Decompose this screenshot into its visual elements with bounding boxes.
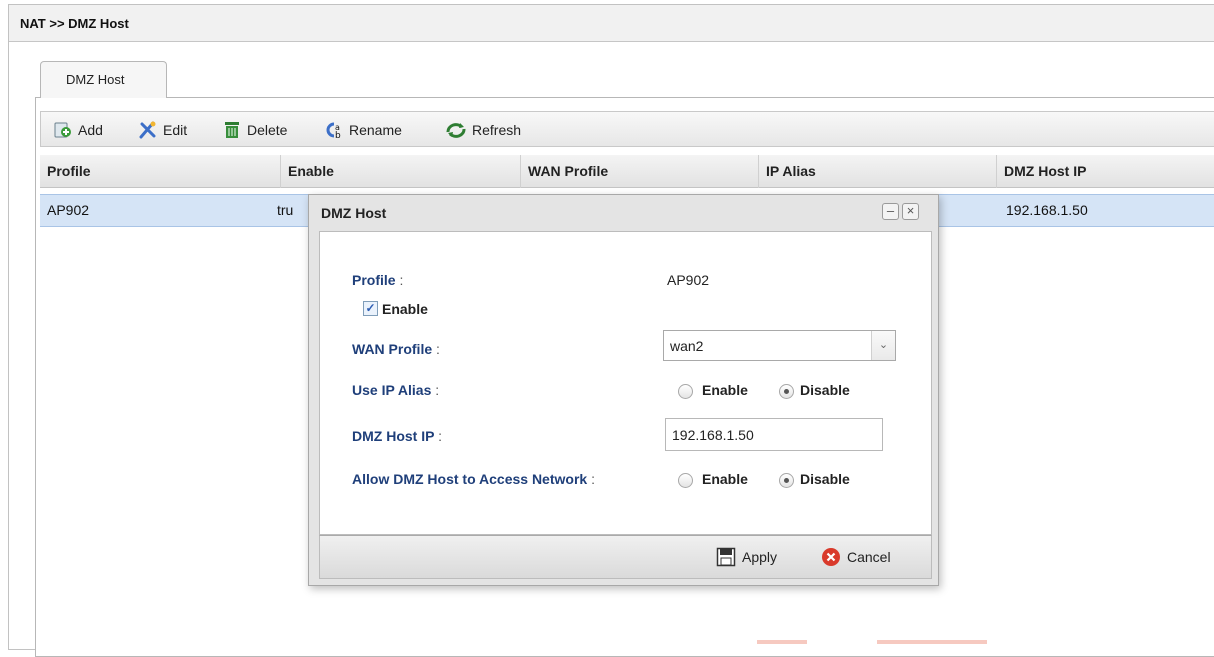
allow-access-label: Allow DMZ Host to Access Network :: [352, 471, 595, 487]
use-ip-alias-label: Use IP Alias :: [352, 382, 440, 398]
decorative-mark: [757, 640, 807, 644]
profile-label: Profile :: [352, 272, 404, 288]
apply-button[interactable]: Apply: [716, 547, 777, 567]
add-button[interactable]: Add: [53, 119, 103, 141]
use-ip-alias-enable-radio[interactable]: [678, 384, 693, 399]
edit-label: Edit: [163, 122, 188, 138]
breadcrumb: NAT >> DMZ Host: [20, 16, 129, 31]
chevron-down-icon[interactable]: ⌄: [871, 331, 895, 360]
cell-profile: AP902: [47, 202, 90, 218]
allow-access-disable-radio[interactable]: [779, 473, 794, 488]
cancel-button[interactable]: Cancel: [821, 547, 891, 567]
column-header-profile[interactable]: Profile: [40, 155, 280, 188]
use-ip-alias-disable-label: Disable: [800, 382, 850, 398]
column-header-enable[interactable]: Enable: [280, 155, 520, 188]
rename-label: Rename: [349, 122, 402, 138]
tab-label: DMZ Host: [66, 72, 125, 87]
dialog-footer: Apply Cancel: [319, 535, 932, 579]
edit-icon: [139, 121, 156, 139]
dialog-body: Profile : AP902 ✓ Enable WAN Profile : w…: [319, 231, 932, 535]
apply-label: Apply: [742, 549, 778, 565]
rename-button[interactable]: a b Rename: [324, 119, 402, 141]
refresh-button[interactable]: Refresh: [445, 119, 521, 141]
trash-icon: [225, 122, 239, 138]
cancel-label: Cancel: [847, 549, 891, 565]
allow-access-enable-label: Enable: [702, 471, 748, 487]
use-ip-alias-disable-radio[interactable]: [779, 384, 794, 399]
grid-header: Profile Enable WAN Profile IP Alias DMZ …: [40, 155, 1214, 188]
tab-dmz-host[interactable]: DMZ Host: [40, 61, 167, 98]
profile-value: AP902: [667, 272, 710, 288]
minimize-button[interactable]: –: [882, 203, 899, 220]
cancel-icon: [822, 548, 840, 566]
rename-icon: a b: [326, 122, 341, 140]
column-header-wan-profile[interactable]: WAN Profile: [520, 155, 758, 188]
refresh-label: Refresh: [472, 122, 522, 138]
dmz-host-ip-label: DMZ Host IP :: [352, 428, 442, 444]
save-icon: [716, 547, 736, 567]
column-header-dmz-host-ip[interactable]: DMZ Host IP: [996, 155, 1214, 188]
enable-checkbox-label: Enable: [382, 301, 428, 317]
close-button[interactable]: ×: [902, 203, 919, 220]
page-header: NAT >> DMZ Host: [9, 5, 1214, 42]
column-header-ip-alias[interactable]: IP Alias: [758, 155, 996, 188]
wan-profile-value: wan2: [670, 338, 704, 354]
toolbar: Add Edit Delete a b Rename Refresh: [40, 111, 1214, 147]
add-label: Add: [78, 122, 103, 138]
wan-profile-select[interactable]: wan2 ⌄: [663, 330, 896, 361]
cell-enable: tru: [277, 202, 294, 218]
enable-checkbox[interactable]: ✓: [363, 301, 378, 316]
dialog-title: DMZ Host: [321, 205, 387, 221]
add-icon: [54, 122, 71, 138]
use-ip-alias-enable-label: Enable: [702, 382, 748, 398]
delete-button[interactable]: Delete: [222, 119, 287, 141]
delete-label: Delete: [247, 122, 288, 138]
cell-dmz-host-ip: 192.168.1.50: [1006, 202, 1088, 218]
refresh-icon: [446, 123, 466, 138]
svg-text:b: b: [335, 131, 341, 140]
dmz-host-dialog: DMZ Host – × Profile : AP902 ✓ Enable WA…: [308, 194, 939, 586]
decorative-mark: [877, 640, 987, 644]
dmz-host-ip-input[interactable]: [665, 418, 883, 451]
wan-profile-label: WAN Profile :: [352, 341, 440, 357]
allow-access-enable-radio[interactable]: [678, 473, 693, 488]
allow-access-disable-label: Disable: [800, 471, 850, 487]
edit-button[interactable]: Edit: [138, 119, 187, 141]
